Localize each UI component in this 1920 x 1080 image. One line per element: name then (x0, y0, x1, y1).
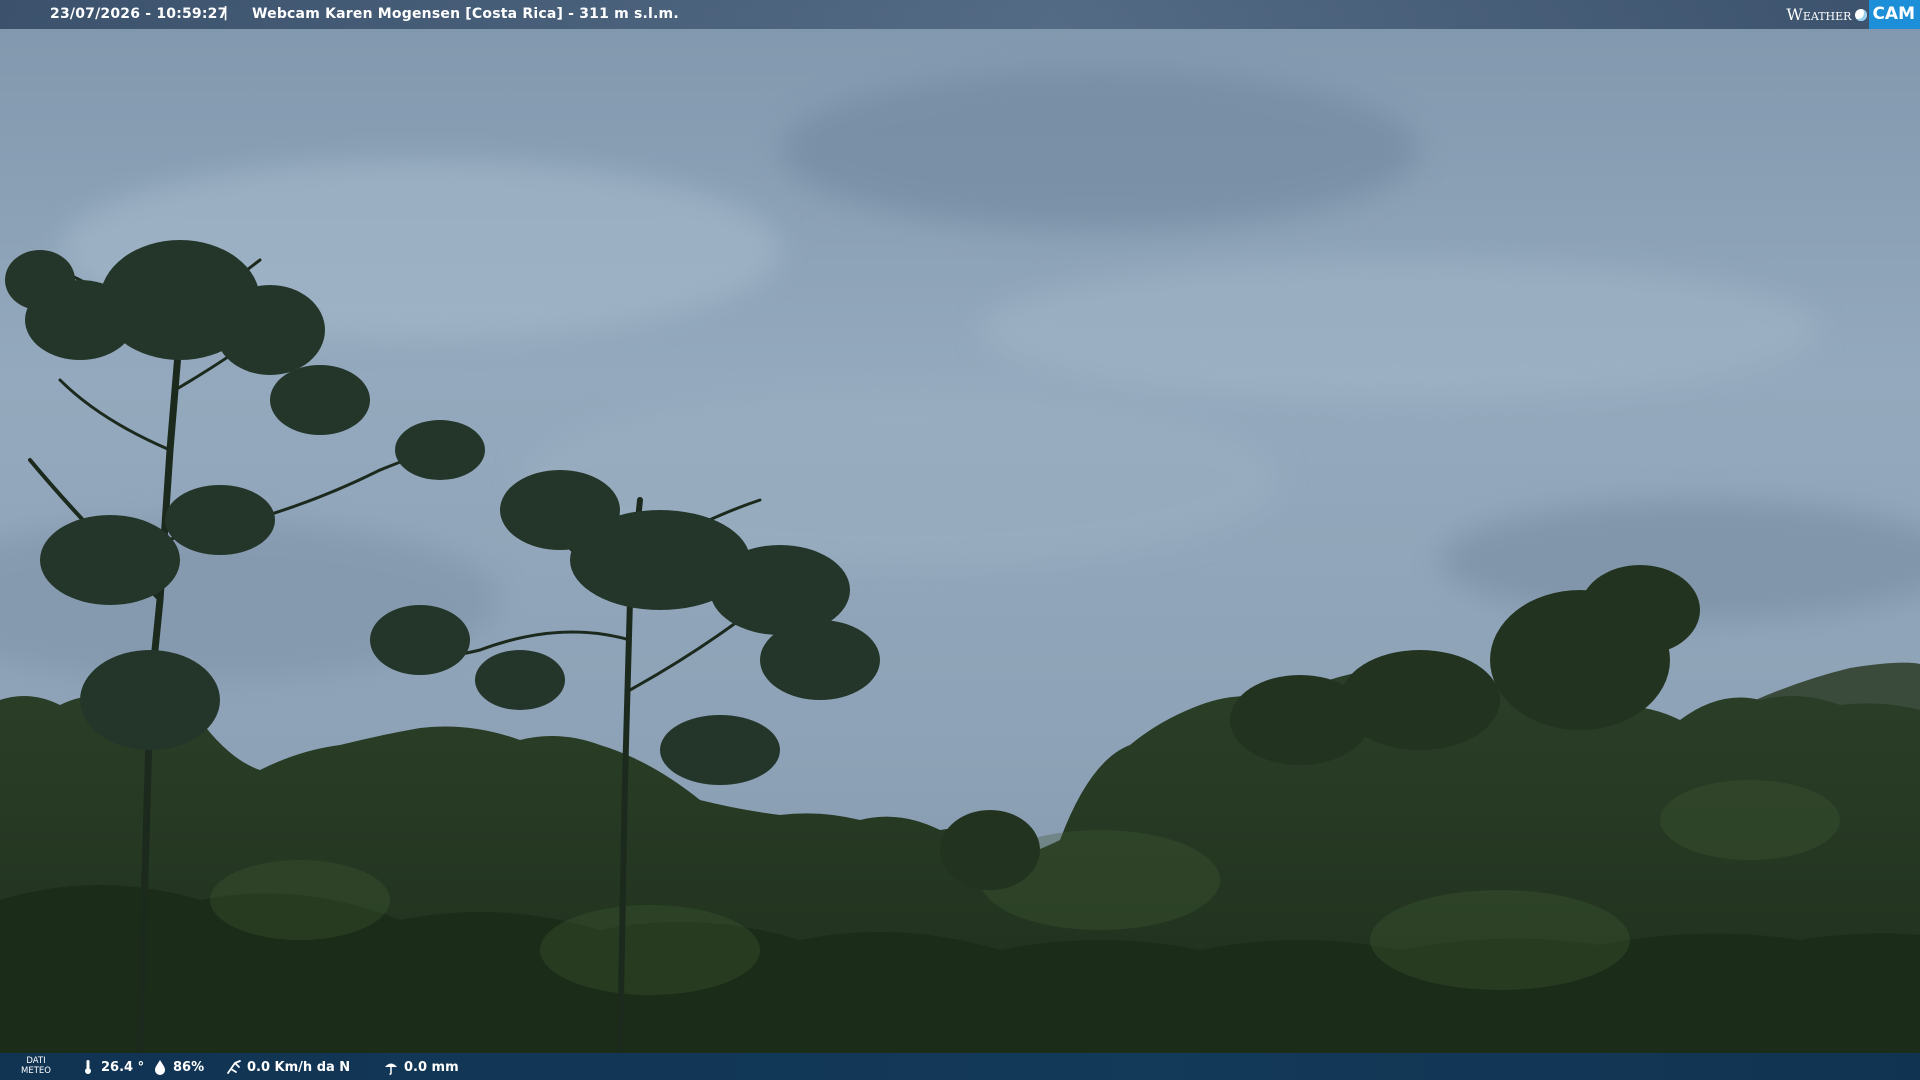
top-info-bar: 23/07/2026 - 10:59:27 | Webcam Karen Mog… (0, 0, 1920, 29)
wind-stat: 0.0 Km/h da N (226, 1059, 350, 1075)
wind-value: 0.0 Km/h da N (247, 1059, 351, 1075)
meteo-data-bar: DATI METEO 26.4 ° 86% 0.0 Km/h da N 0.0 … (0, 1053, 1920, 1080)
webcam-landscape-image (0, 0, 1920, 1080)
webcam-title: Webcam Karen Mogensen [Costa Rica] - 311… (252, 6, 679, 22)
logo-globe-icon (1855, 8, 1868, 21)
temperature-value: 26.4 ° (101, 1059, 145, 1075)
logo-weather-text: Weather (1786, 5, 1852, 24)
humidity-value: 86% (173, 1059, 205, 1075)
wind-icon (226, 1059, 242, 1075)
thermometer-icon (80, 1059, 96, 1075)
rain-stat: 0.0 mm (383, 1059, 459, 1075)
timestamp: 23/07/2026 - 10:59:27 (50, 6, 228, 22)
weathercam-logo: Weather CAM (1786, 0, 1920, 29)
meteo-label: DATI METEO (21, 1056, 51, 1076)
rain-gauge-icon (383, 1059, 399, 1075)
humidity-stat: 86% (152, 1059, 204, 1075)
humidity-drop-icon (152, 1059, 168, 1075)
rain-value: 0.0 mm (404, 1059, 459, 1075)
separator: | (223, 5, 229, 21)
temperature-stat: 26.4 ° (80, 1059, 144, 1075)
logo-cam-text: CAM (1869, 0, 1920, 29)
